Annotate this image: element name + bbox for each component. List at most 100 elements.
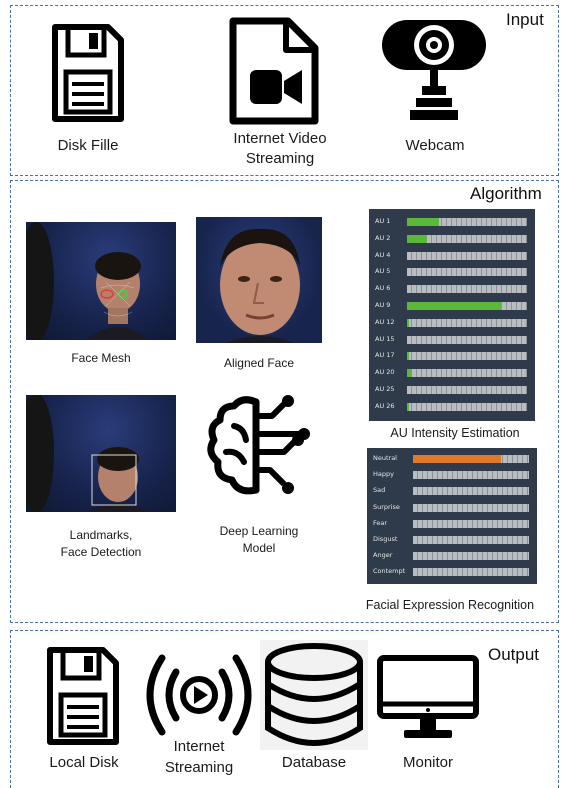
au-bar-row: AU 1	[369, 216, 535, 227]
bar-fill	[407, 318, 410, 327]
bar-track	[413, 503, 529, 512]
bar-track	[407, 285, 527, 294]
bar-track	[413, 487, 529, 496]
expression-bar-row: Fear	[367, 518, 537, 529]
bar-fill	[407, 352, 410, 361]
input-section-title: Input	[506, 10, 544, 29]
landmarks-face-detection-image	[26, 395, 176, 512]
bar-track	[413, 455, 529, 463]
expression-bar-row: Neutral	[367, 453, 537, 464]
bar-label: AU 17	[375, 351, 395, 360]
webcam-icon	[382, 20, 486, 120]
bar-track	[407, 352, 527, 361]
bar-fill	[407, 218, 440, 226]
bar-label: Surprise	[373, 502, 400, 511]
output-section-title: Output	[488, 645, 540, 664]
face-mesh-image	[26, 222, 176, 340]
bar-label: AU 25	[375, 385, 395, 393]
landmarks-label-line2: Face Detection	[60, 545, 142, 559]
bar-label: AU 26	[375, 401, 395, 410]
bar-label: AU 1	[375, 217, 391, 225]
au-bar-row: AU 17	[369, 350, 535, 361]
bar-label: Contempt	[373, 567, 406, 576]
bar-track	[413, 536, 529, 544]
bar-label: AU 6	[375, 284, 391, 293]
bar-label: AU 4	[375, 250, 391, 259]
bar-track	[407, 386, 527, 394]
au-bar-row: AU 4	[369, 250, 535, 261]
aligned-face-image	[196, 217, 322, 343]
au-bar-row: AU 6	[369, 283, 535, 294]
video-file-icon	[229, 17, 319, 125]
face-mesh-label: Face Mesh	[71, 351, 131, 365]
au-intensity-panel: AU 1 AU 2 AU 4 AU 5 AU 6 AU 9 AU 12 AU 15 AU 17 A…	[369, 209, 535, 421]
bar-track	[407, 335, 527, 344]
bar-track	[407, 268, 527, 277]
local-disk-label: Local Disk	[49, 754, 119, 771]
database-label: Database	[281, 754, 347, 771]
internet-streaming-label-line2: Streaming	[164, 759, 234, 776]
bar-label: Happy	[373, 470, 394, 479]
bar-track	[407, 318, 527, 327]
deep-learning-label-line1: Deep Learning	[219, 524, 299, 538]
bar-track	[407, 251, 527, 260]
bar-label: AU 12	[375, 317, 395, 326]
expression-bar-row: Anger	[367, 550, 537, 561]
bar-fill	[407, 302, 501, 310]
bar-label: AU 20	[375, 368, 395, 377]
disk-file-label: Disk Fille	[57, 137, 119, 154]
monitor-icon	[377, 655, 479, 738]
bar-fill	[413, 455, 502, 463]
bar-label: Anger	[373, 551, 393, 560]
expression-bar-row: Surprise	[367, 502, 537, 513]
expression-bar-row: Happy	[367, 469, 537, 480]
internet-video-label-line1: Internet Video	[233, 130, 327, 147]
bar-fill	[407, 369, 411, 378]
bar-label: AU 9	[375, 301, 391, 309]
au-bar-row: AU 2	[369, 233, 535, 244]
bar-track	[413, 568, 529, 577]
aligned-face-label: Aligned Face	[223, 356, 295, 370]
au-bar-row: AU 25	[369, 384, 535, 395]
au-bar-row: AU 20	[369, 367, 535, 378]
streaming-icon	[146, 654, 252, 736]
bar-fill	[407, 402, 410, 411]
internet-streaming-label-line1: Internet	[173, 738, 225, 755]
bar-track	[407, 369, 527, 378]
bar-track	[407, 402, 527, 411]
bar-track	[407, 218, 527, 226]
landmarks-label-line1: Landmarks,	[69, 528, 133, 542]
bar-label: AU 2	[375, 233, 391, 242]
monitor-label: Monitor	[402, 754, 454, 771]
floppy-disk-icon	[52, 24, 124, 122]
bar-label: AU 15	[375, 334, 395, 343]
au-bar-row: AU 5	[369, 266, 535, 277]
bar-track	[407, 302, 527, 310]
bar-label: Neutral	[373, 454, 397, 462]
au-intensity-label: AU Intensity Estimation	[390, 426, 520, 440]
expression-bar-row: Sad	[367, 485, 537, 496]
au-bar-row: AU 26	[369, 401, 535, 412]
facial-expression-label: Facial Expression Recognition	[365, 598, 535, 612]
au-bar-row: AU 9	[369, 300, 535, 311]
bar-label: Disgust	[373, 535, 398, 543]
bar-label: Sad	[373, 486, 386, 495]
local-disk-icon	[47, 647, 119, 745]
internet-video-label-line2: Streaming	[245, 150, 315, 167]
facial-expression-panel: Neutral Happy Sad Surprise Fear Disgust Anger C…	[367, 448, 537, 584]
expression-bar-row: Contempt	[367, 566, 537, 577]
bar-fill	[407, 234, 428, 243]
bar-track	[413, 552, 529, 561]
bar-label: AU 5	[375, 267, 391, 276]
deep-learning-label-line2: Model	[242, 541, 276, 555]
brain-circuit-icon	[207, 395, 310, 495]
bar-track	[413, 519, 529, 528]
au-bar-row: AU 12	[369, 317, 535, 328]
algorithm-section-title: Algorithm	[470, 184, 542, 203]
database-icon	[260, 640, 368, 750]
au-bar-row: AU 15	[369, 334, 535, 345]
bar-label: Fear	[373, 518, 388, 527]
bar-track	[407, 234, 527, 243]
bar-track	[413, 471, 529, 480]
webcam-label: Webcam	[405, 137, 465, 154]
